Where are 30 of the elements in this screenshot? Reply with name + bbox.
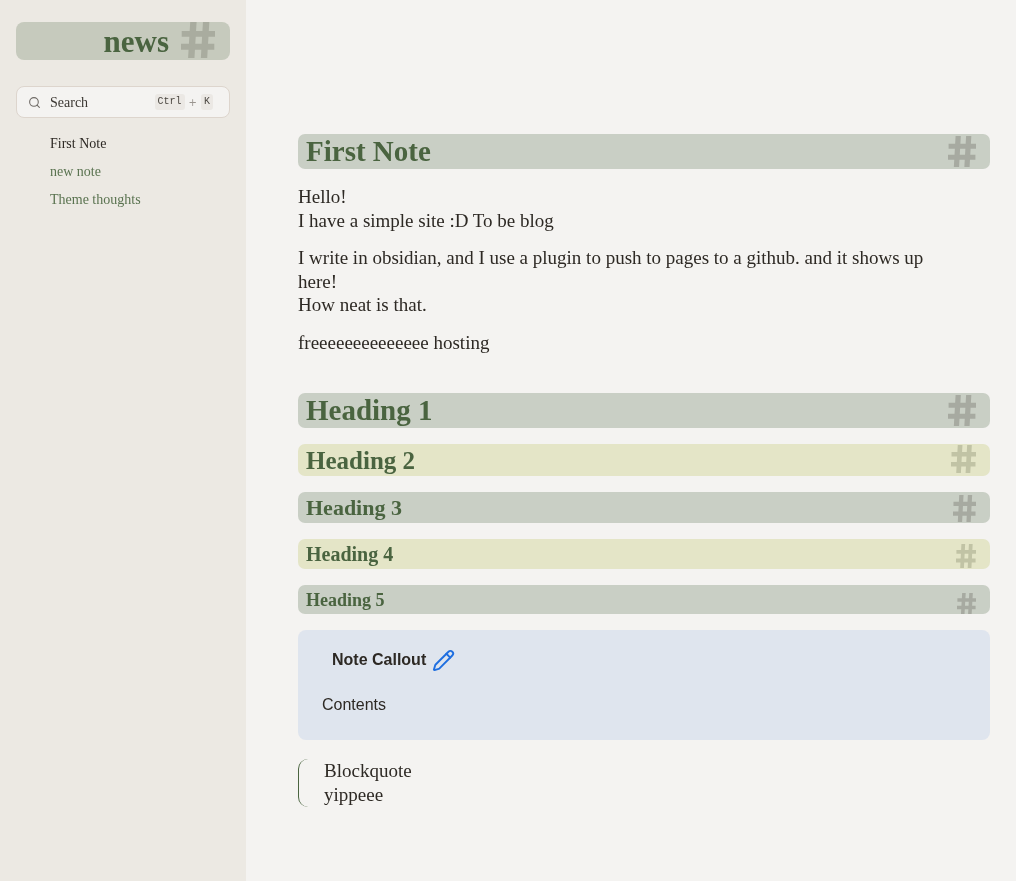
blockquote: Blockquote yippeee — [298, 759, 990, 807]
callout-title: Note Callout — [332, 650, 427, 670]
hash-icon — [957, 593, 976, 614]
paragraph: I write in obsidian, and I use a plugin to push to pages to a github. and it shows up here! How neat is that. — [298, 246, 925, 317]
heading-text: Heading 5 — [306, 590, 385, 609]
note-link[interactable]: First Note — [50, 129, 107, 157]
search-field[interactable]: Search Ctrl + K — [16, 86, 230, 118]
note-link[interactable]: Theme thoughts — [50, 185, 141, 213]
shortcut-key: K — [201, 94, 213, 110]
heading-text: First Note — [306, 137, 431, 166]
pencil-icon — [432, 648, 456, 672]
note-link[interactable]: new note — [50, 157, 101, 185]
hash-icon — [948, 395, 976, 426]
hash-icon — [948, 136, 976, 167]
heading-text: Heading 1 — [306, 396, 433, 425]
shortcut-joiner: + — [188, 95, 197, 110]
heading-text: Heading 4 — [306, 544, 394, 564]
callout-text: Contents — [322, 695, 388, 715]
shortcut-key: Ctrl — [154, 94, 185, 110]
site-title[interactable]: news — [103, 25, 169, 57]
heading-text: Heading 3 — [306, 496, 402, 519]
hash-icon — [181, 22, 215, 58]
hash-icon — [953, 495, 976, 522]
paragraph: Hello! I have a simple site :D To be blog — [298, 185, 555, 232]
hash-icon — [951, 445, 976, 473]
search-icon — [28, 95, 41, 109]
search-placeholder: Search — [50, 93, 89, 112]
heading-text: Heading 2 — [306, 447, 416, 473]
paragraph: freeeeeeeeeeeeee hosting — [298, 330, 491, 354]
hash-icon — [956, 544, 976, 568]
